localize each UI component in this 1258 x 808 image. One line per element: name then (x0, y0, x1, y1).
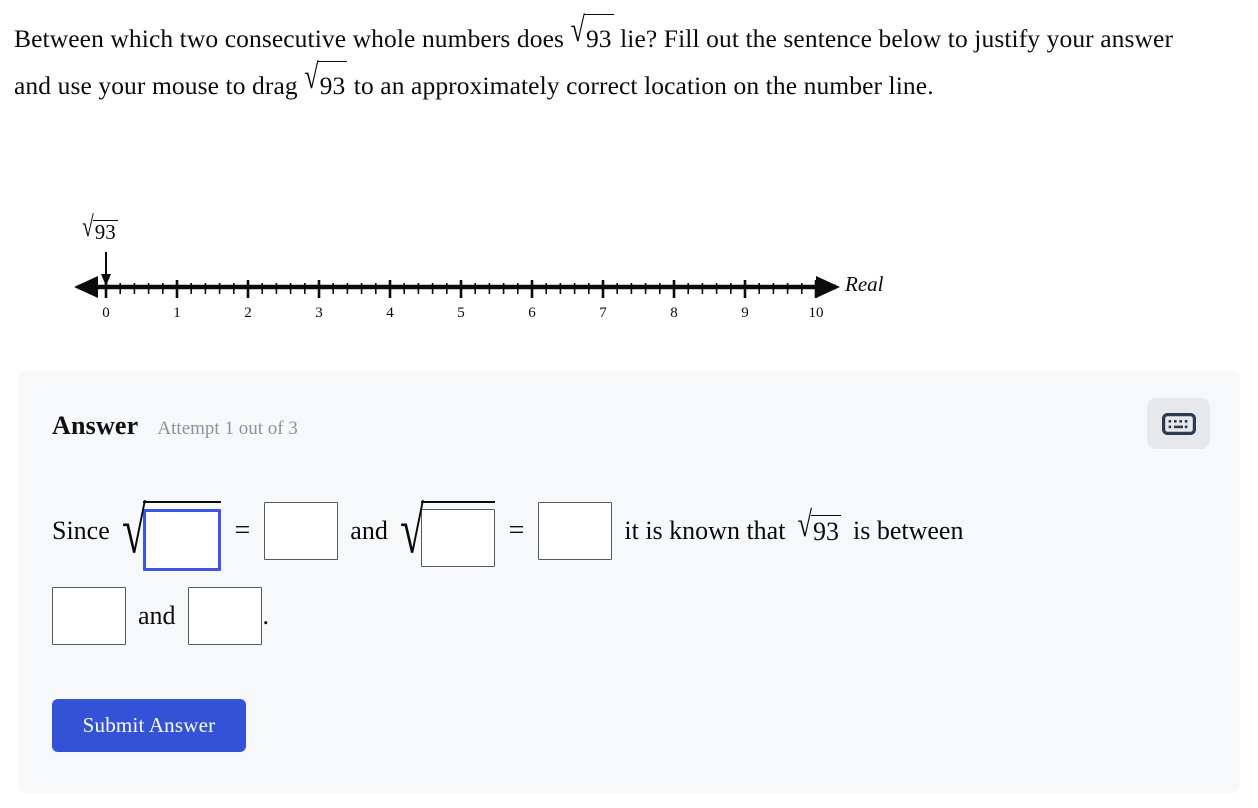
radical-group-1: √ (121, 492, 221, 571)
radicand-value: 93 (811, 515, 841, 546)
prompt-text-part1: Between which two consecutive whole numb… (14, 24, 565, 53)
submit-answer-button[interactable]: Submit Answer (52, 699, 246, 752)
tick-label: 0 (102, 305, 110, 321)
radical-symbol: √ (121, 494, 146, 568)
radical-overbar (142, 501, 221, 571)
keyboard-icon (1161, 412, 1196, 435)
sentence-line-2: and . (52, 574, 1212, 658)
tick-label: 6 (528, 305, 536, 321)
number-line-svg[interactable]: 0 1 2 3 4 5 6 7 8 9 10 (0, 196, 1258, 336)
inline-radical-2: √93 (304, 57, 348, 108)
answer-header: Answer Attempt 1 out of 3 (52, 411, 298, 441)
question-prompt: Between which two consecutive whole numb… (14, 10, 1194, 108)
label-and-2: and (138, 601, 176, 630)
tick-label: 7 (599, 305, 607, 321)
input-result-2[interactable] (538, 502, 613, 560)
equals-sign-2: = (508, 515, 525, 546)
label-is-between: is between (853, 516, 964, 545)
axis-arrow-left-icon (74, 276, 98, 298)
draggable-sqrt93-token[interactable]: √93 (82, 212, 118, 244)
tick-label: 1 (173, 305, 181, 321)
radical-symbol: √ (797, 503, 812, 545)
input-radicand-2[interactable] (420, 509, 495, 567)
tick-label: 3 (315, 305, 323, 321)
axis-arrow-right-icon (816, 276, 840, 298)
prompt-text-part2: lie? Fill out the sentence (620, 24, 872, 53)
answer-sentence: Since √ = and √ = it is known that √93 i… (52, 488, 1212, 658)
prompt-text-part4: to an approximately (353, 71, 560, 100)
radical-symbol: √ (570, 9, 585, 49)
sentence-line-1: Since √ = and √ = it is known that √93 i… (52, 488, 1212, 574)
label-it-is-known-that: it is known that (624, 516, 786, 545)
input-result-1[interactable] (264, 502, 339, 560)
tick-label: 9 (741, 305, 749, 321)
page-root: Between which two consecutive whole numb… (0, 0, 1258, 808)
axis-label-real: Real (845, 272, 884, 296)
radicand-value: 93 (92, 220, 118, 244)
tick-label: 2 (244, 305, 252, 321)
label-period: . (262, 601, 270, 630)
radical-overbar (420, 501, 495, 567)
inline-radical-1: √93 (571, 10, 614, 61)
label-and-1: and (350, 516, 388, 545)
label-since: Since (52, 516, 110, 545)
keyboard-toggle-button[interactable] (1147, 398, 1210, 449)
tick-label: 8 (670, 305, 678, 321)
answer-panel: Answer Attempt 1 out of 3 Since √ = and … (18, 371, 1240, 793)
drag-token-radical: √93 (82, 212, 118, 244)
radical-group-2: √ (400, 492, 495, 570)
radicand-value: 93 (317, 61, 348, 108)
equals-sign-1: = (234, 515, 251, 546)
radical-symbol: √ (304, 56, 319, 96)
radicand-value: 93 (583, 14, 614, 61)
input-lower-bound[interactable] (52, 587, 126, 645)
inline-radical-3: √93 (797, 504, 841, 547)
number-line-widget[interactable]: √93 0 1 2 3 4 5 6 7 8 9 10 Real (0, 196, 1258, 336)
answer-title: Answer (52, 411, 139, 440)
tick-label: 4 (386, 305, 394, 321)
radical-symbol: √ (399, 494, 424, 568)
input-upper-bound[interactable] (187, 587, 262, 645)
tick-label: 5 (457, 305, 465, 321)
tick-label: 10 (809, 305, 824, 321)
input-radicand-1[interactable] (142, 509, 221, 571)
tick-label-group: 0 1 2 3 4 5 6 7 8 9 10 (102, 305, 823, 321)
radical-symbol: √ (82, 210, 94, 243)
prompt-text-part5: correct location on the number line. (566, 71, 934, 100)
attempt-counter: Attempt 1 out of 3 (157, 418, 298, 439)
